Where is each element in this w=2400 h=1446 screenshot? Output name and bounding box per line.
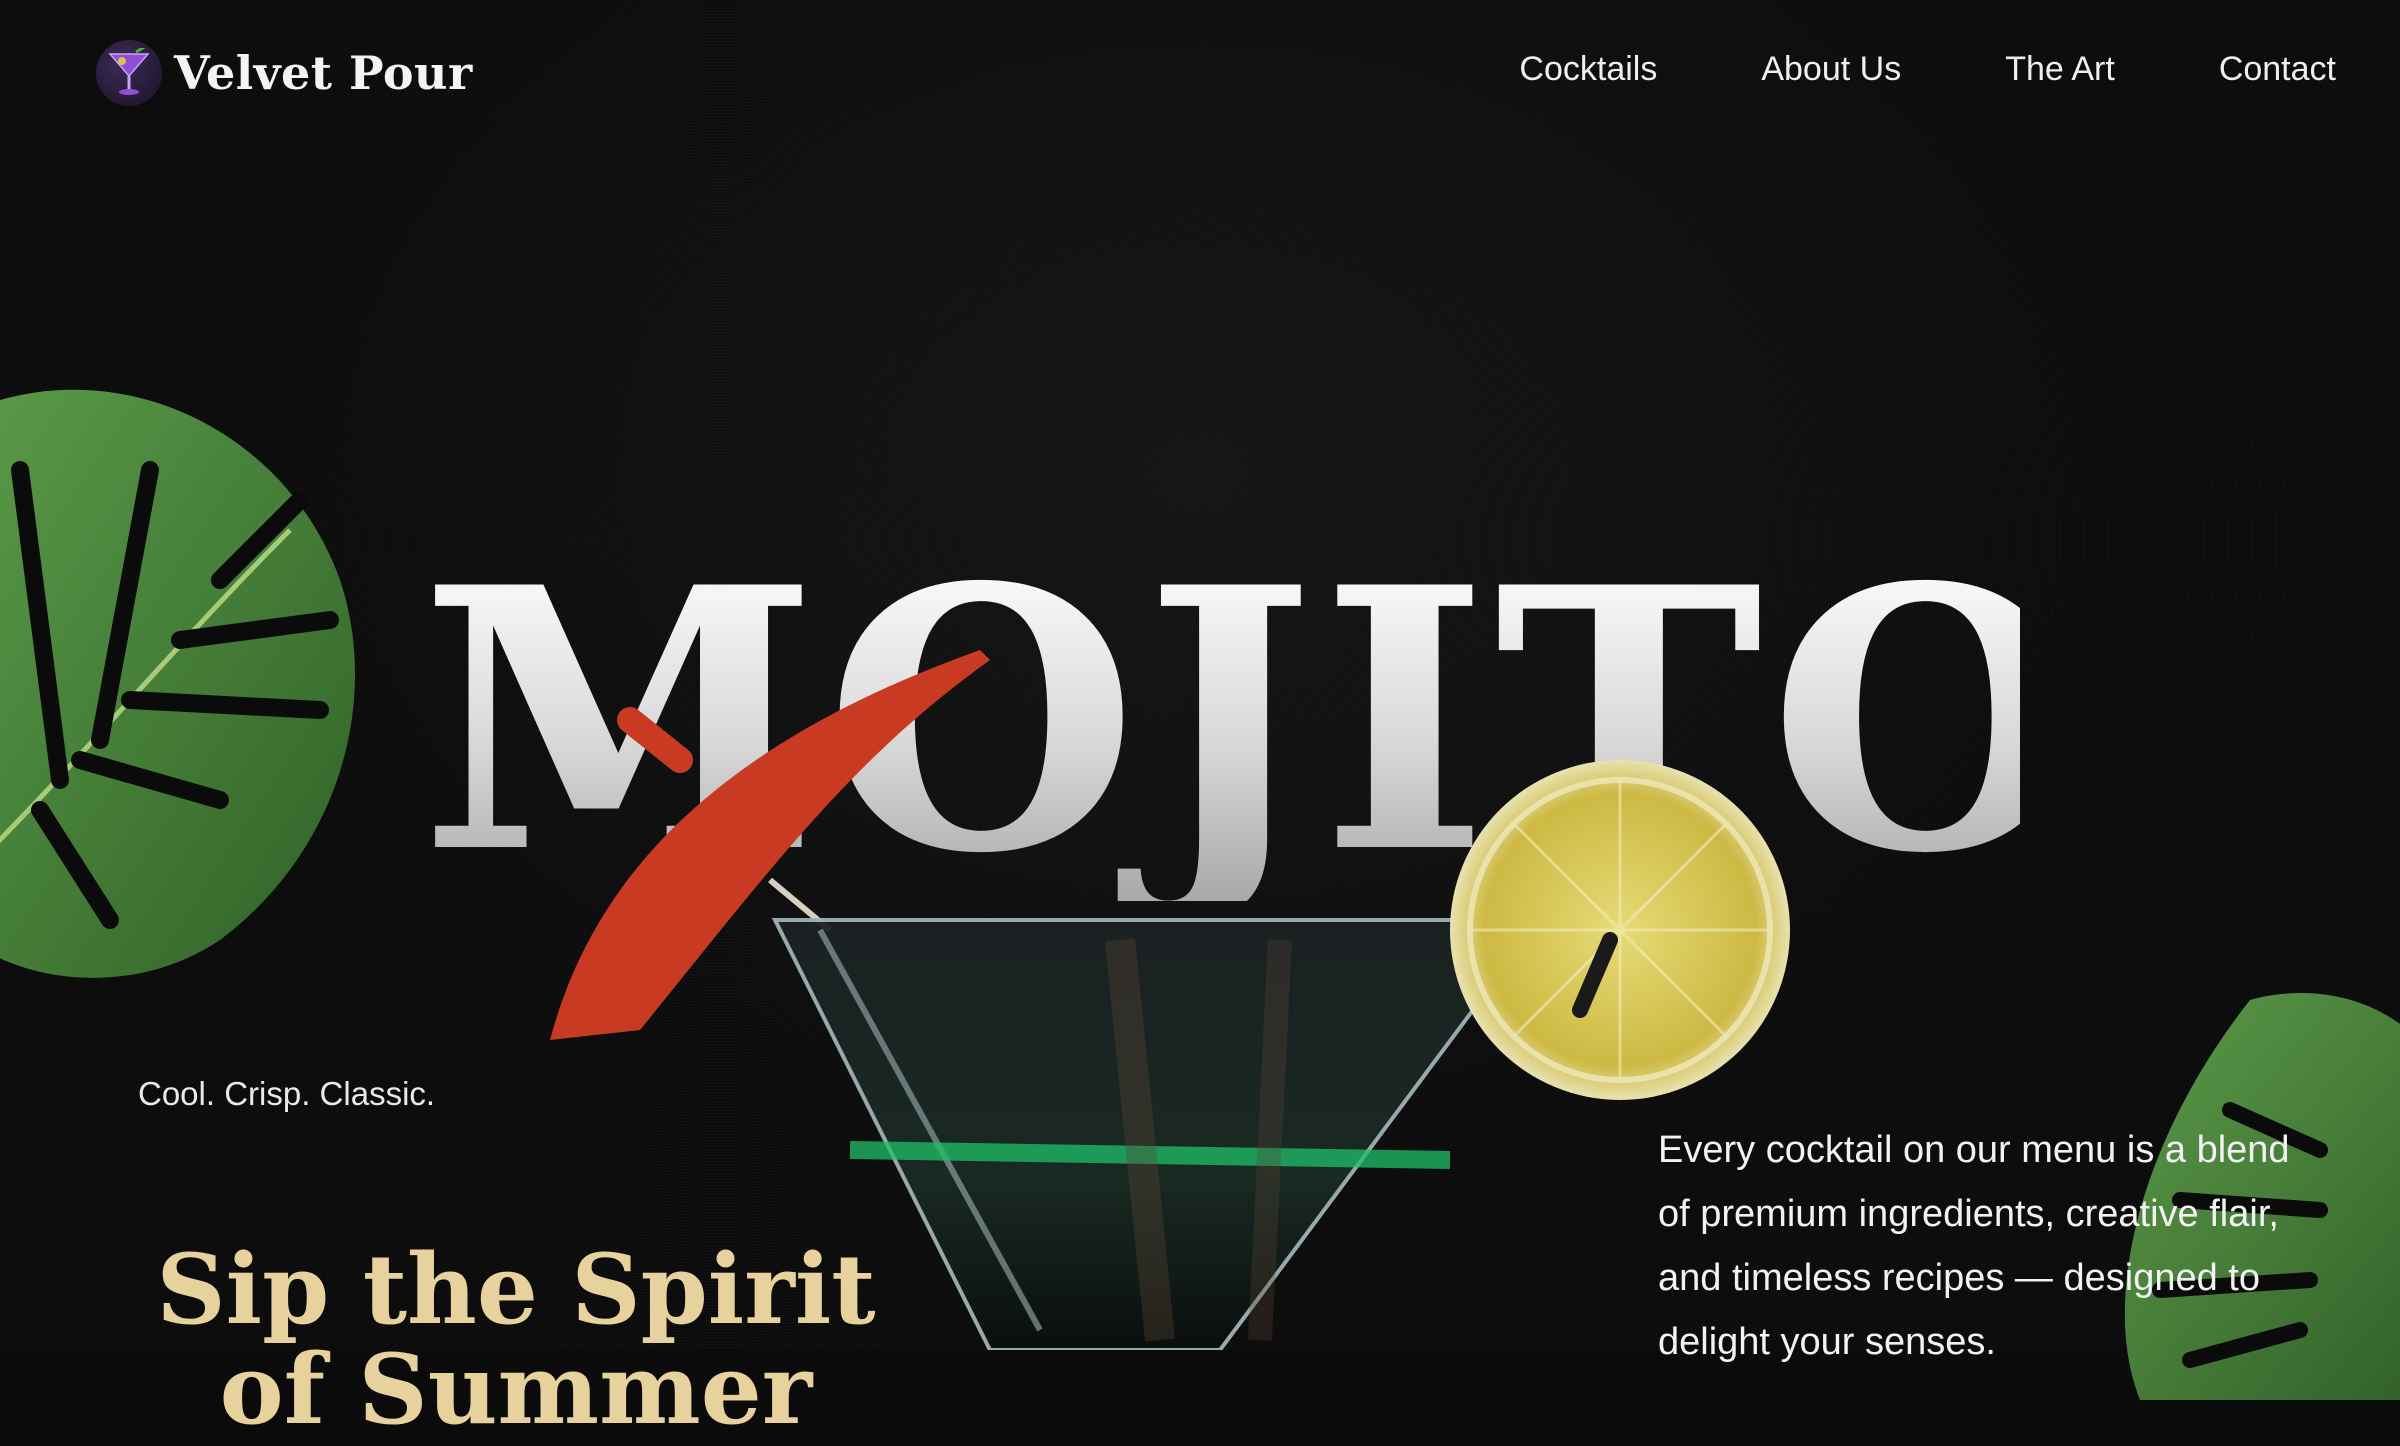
hero-tagline: Cool. Crisp. Classic.	[138, 1075, 436, 1112]
nav-link-cocktails[interactable]: Cocktails	[1519, 50, 1657, 89]
cocktail-glass-icon	[96, 40, 162, 106]
brand-logo[interactable]: Velvet Pour	[96, 38, 473, 108]
hero-headline-line-2: of Summer	[219, 1333, 813, 1446]
hero-description: Every cocktail on our menu is a blend of…	[1658, 1129, 2290, 1363]
hero-headline-line-1: Sip the Spirit	[156, 1232, 876, 1346]
nav-links: Cocktails About Us The Art Contact	[1519, 50, 2336, 89]
nav-link-about-us[interactable]: About Us	[1761, 50, 1901, 89]
nav-link-the-art[interactable]: The Art	[2005, 50, 2115, 89]
top-navigation: Velvet Pour Cocktails About Us The Art C…	[0, 0, 2400, 150]
monstera-leaf-left-image	[0, 389, 355, 978]
nav-link-contact[interactable]: Contact	[2219, 50, 2336, 89]
brand-name: Velvet Pour	[174, 46, 473, 100]
hero-headline: Sip the Spirit of Summer	[136, 1232, 896, 1446]
